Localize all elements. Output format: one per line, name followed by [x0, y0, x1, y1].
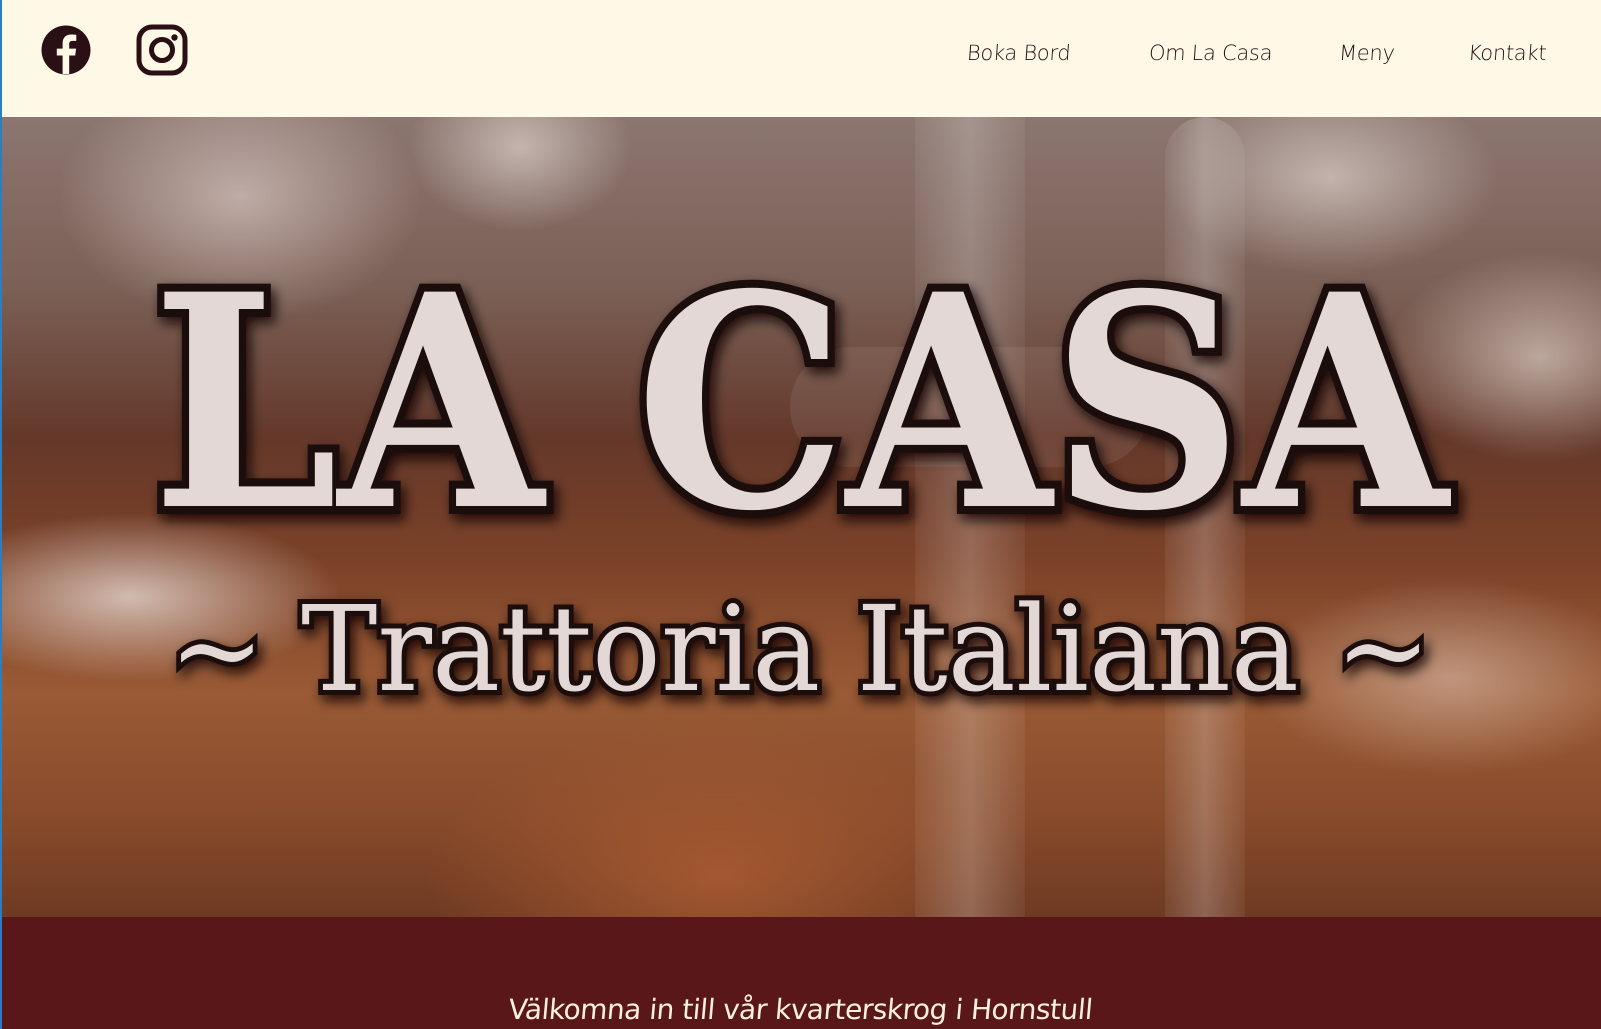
welcome-band: Välkomna in till vår kvarterskrog i Horn… — [0, 917, 1601, 1029]
hero-subtitle: ~ Trattoria Italiana ~ — [169, 580, 1431, 718]
hero-logo: LA CASA ~ Trattoria Italiana ~ — [144, 223, 1462, 723]
welcome-text: Välkomna in till vår kvarterskrog i Horn… — [507, 993, 1094, 1026]
site-header: Boka Bord Om La Casa Meny Kontakt — [0, 0, 1601, 117]
hero-banner: LA CASA ~ Trattoria Italiana ~ — [0, 117, 1601, 917]
nav-item-om-la-casa[interactable]: Om La Casa — [1148, 41, 1273, 65]
window-edge — [0, 0, 2, 1029]
nav-item-kontakt[interactable]: Kontakt — [1467, 41, 1547, 65]
hero-title: LA CASA — [152, 231, 1454, 576]
nav-item-meny[interactable]: Meny — [1338, 41, 1395, 65]
nav-item-boka-bord[interactable]: Boka Bord — [966, 41, 1071, 65]
facebook-icon[interactable] — [40, 24, 92, 76]
instagram-icon[interactable] — [136, 24, 188, 76]
